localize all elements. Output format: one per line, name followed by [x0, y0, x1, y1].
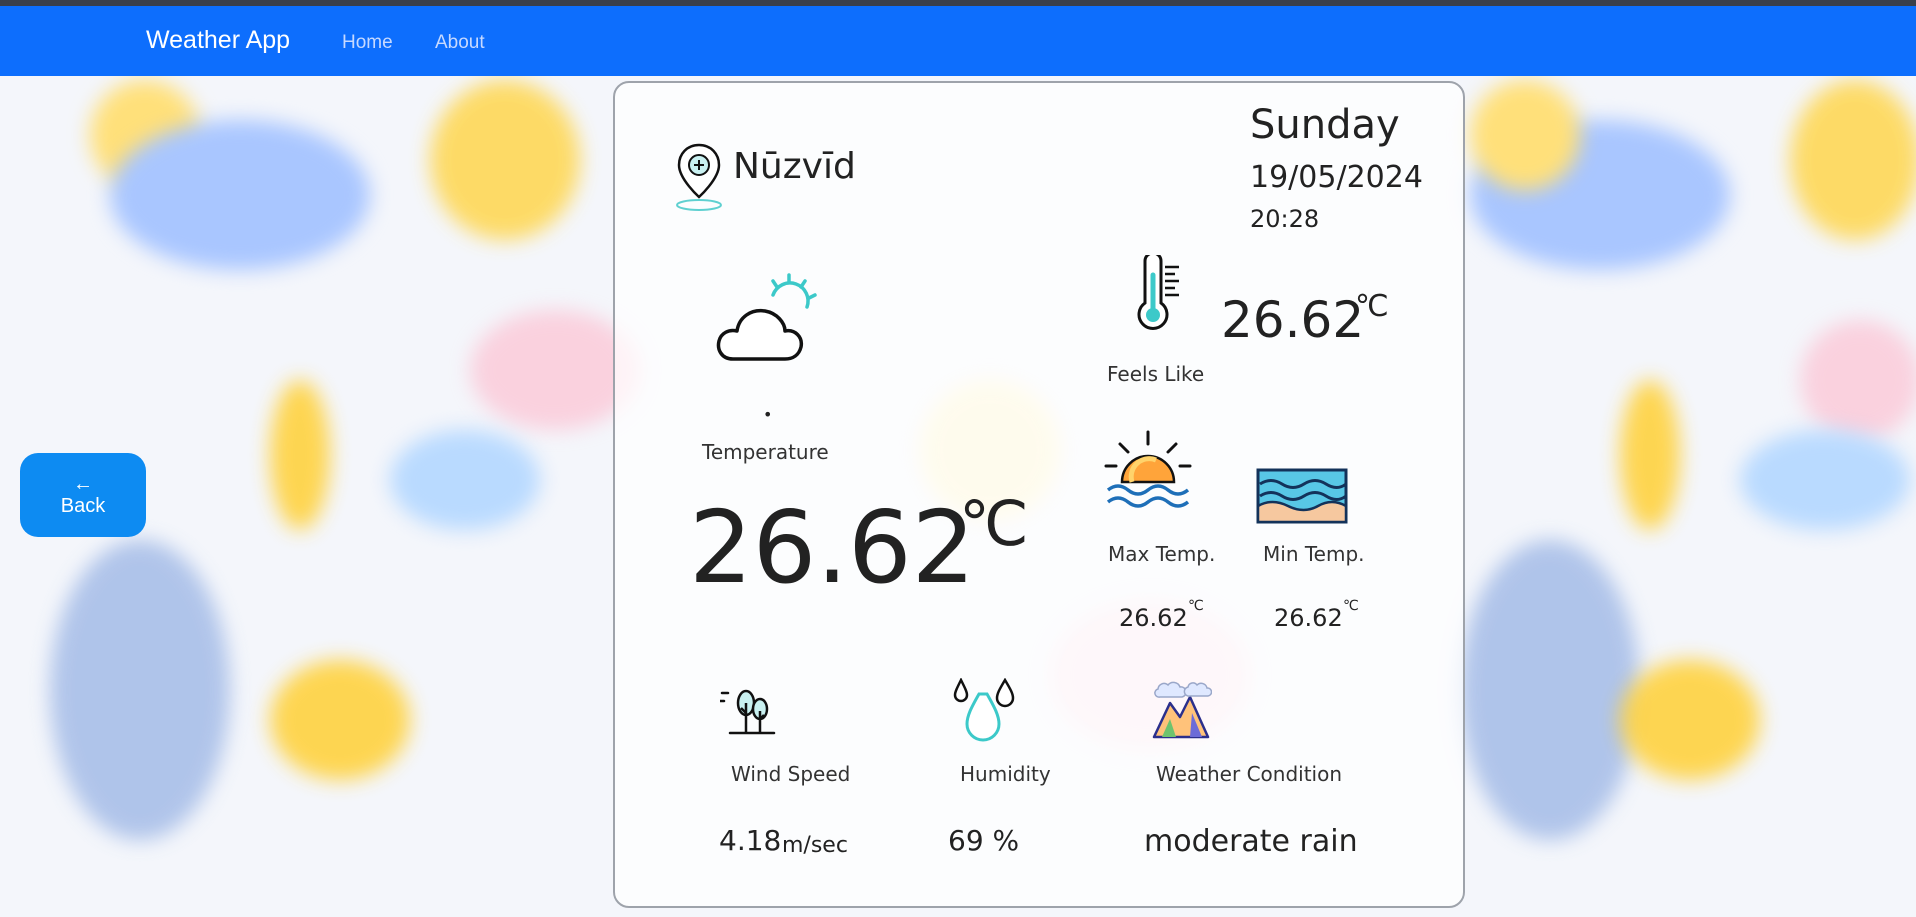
- feels-like-unit: ℃: [1355, 289, 1389, 324]
- cloud-sun-icon: [716, 273, 817, 361]
- max-temp-label: Max Temp.: [1108, 542, 1216, 566]
- temperature-unit: ℃: [959, 487, 1029, 560]
- thermometer-icon: [1137, 255, 1179, 330]
- temperature-value: 26.62: [689, 489, 976, 606]
- date-text: 19/05/2024: [1250, 160, 1423, 195]
- back-button-label: Back: [60, 494, 106, 517]
- weather-condition-label: Weather Condition: [1156, 762, 1343, 786]
- brand-link[interactable]: Weather App: [146, 26, 290, 55]
- sunset-icon: [1104, 430, 1192, 508]
- city-name: Nūzvīd: [733, 146, 856, 187]
- feels-like-label: Feels Like: [1107, 362, 1205, 386]
- min-temp-unit: ℃: [1343, 598, 1359, 614]
- temperature-dot: •: [763, 405, 773, 424]
- humidity-label: Humidity: [960, 762, 1051, 786]
- nav-link-home[interactable]: Home: [342, 32, 393, 54]
- navbar: Weather App Home About: [0, 6, 1916, 76]
- temperature-label: Temperature: [702, 440, 829, 464]
- feels-like-value: 26.62: [1221, 291, 1365, 349]
- min-temp-label: Min Temp.: [1263, 542, 1365, 566]
- wind-speed-label: Wind Speed: [731, 762, 851, 786]
- max-temp-value: 26.62: [1119, 604, 1188, 632]
- mountain-cloud-icon: [1152, 681, 1212, 739]
- day-name: Sunday: [1250, 102, 1400, 148]
- max-temp-unit: ℃: [1188, 598, 1204, 614]
- location-pin-icon: [676, 143, 722, 211]
- wind-speed-value: 4.18: [719, 824, 782, 857]
- min-temp-value: 26.62: [1274, 604, 1343, 632]
- weather-condition-value: moderate rain: [1144, 824, 1358, 859]
- back-arrow-icon: ←: [73, 472, 93, 495]
- sea-waves-icon: [1256, 468, 1348, 524]
- nav-link-about[interactable]: About: [435, 32, 485, 54]
- wind-speed-unit: m/sec: [782, 833, 848, 858]
- water-drops-icon: [953, 678, 1015, 742]
- wind-trees-icon: [720, 689, 776, 735]
- humidity-value: 69 %: [948, 824, 1020, 857]
- back-button[interactable]: ← Back: [20, 453, 146, 537]
- time-text: 20:28: [1250, 205, 1320, 233]
- weather-card: Nūzvīd Sunday 19/05/2024 20:28 • Tempera…: [613, 81, 1465, 908]
